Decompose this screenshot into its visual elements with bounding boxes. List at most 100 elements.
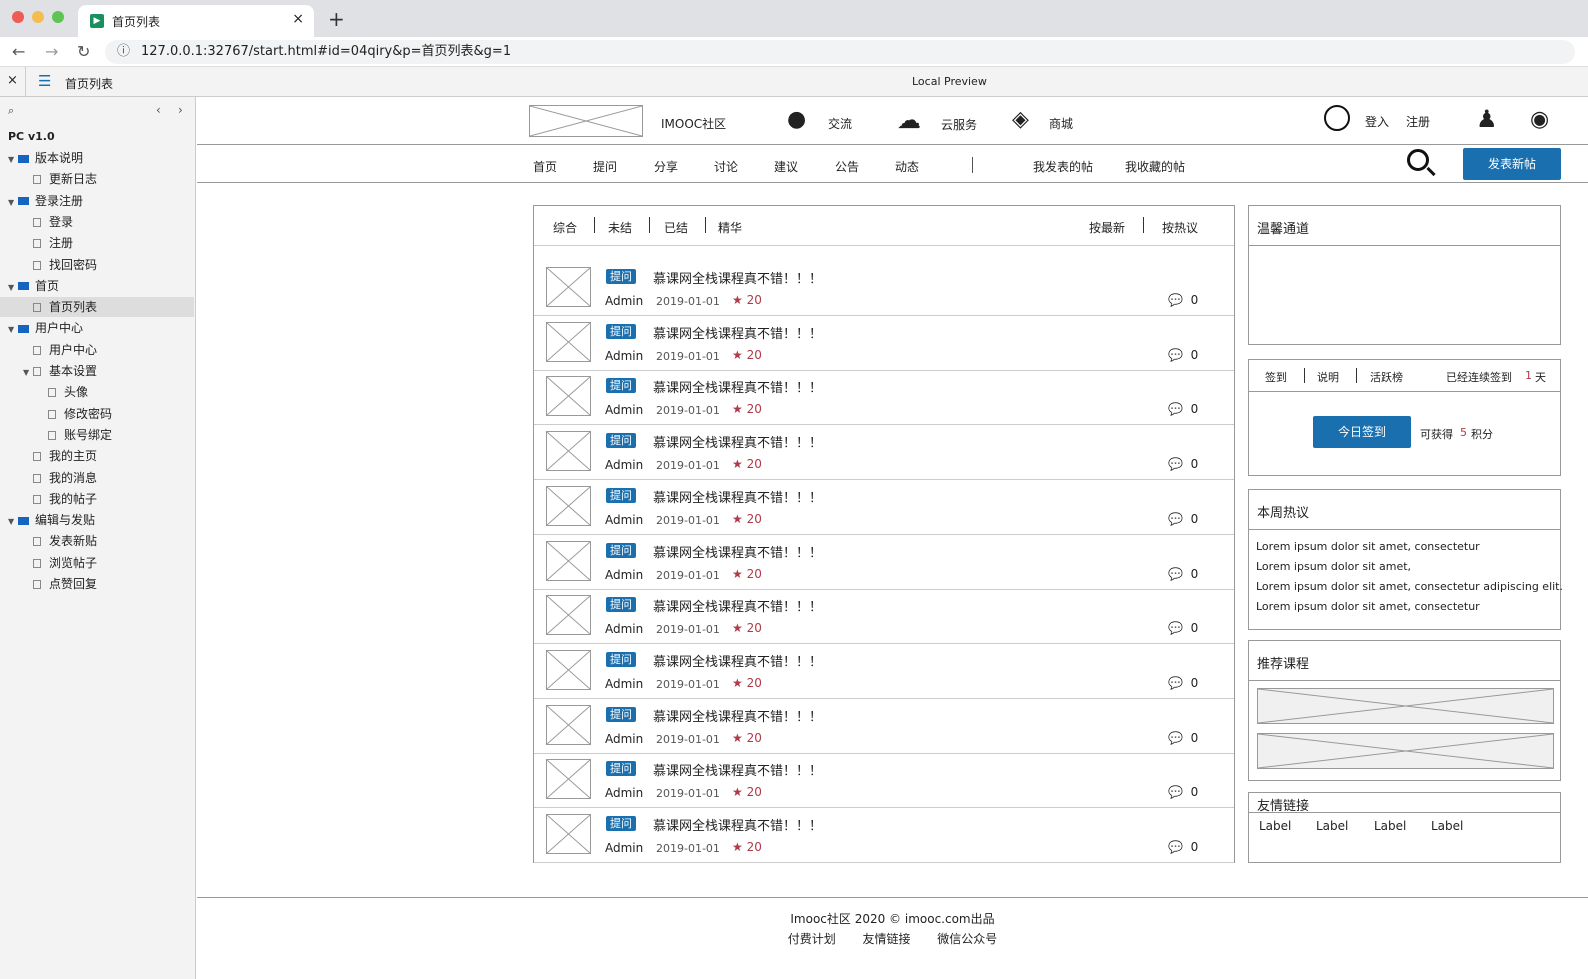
nav-item[interactable]: 分享 xyxy=(654,158,678,175)
friend-link[interactable]: Label xyxy=(1259,819,1291,833)
forward-icon[interactable]: → xyxy=(45,42,58,61)
post-author[interactable]: Admin xyxy=(605,568,643,582)
post-title[interactable]: 慕课网全栈课程真不错！！！ xyxy=(653,706,822,725)
post-title[interactable]: 慕课网全栈课程真不错！！！ xyxy=(653,596,822,615)
hot-item-link[interactable]: Lorem ipsum dolor sit amet, consectetur xyxy=(1256,540,1480,553)
sort-hot[interactable]: 按热议 xyxy=(1162,219,1198,236)
post-row[interactable]: 提问 慕课网全栈课程真不错！！！ Admin 2019-01-01 ★ 20 💬 0 xyxy=(534,753,1234,809)
post-title[interactable]: 慕课网全栈课程真不错！！！ xyxy=(653,323,822,342)
tab-signin[interactable]: 签到 xyxy=(1265,369,1287,385)
nav-item[interactable]: 提问 xyxy=(593,158,617,175)
post-title[interactable]: 慕课网全栈课程真不错！！！ xyxy=(653,377,822,396)
post-author[interactable]: Admin xyxy=(605,841,643,855)
logo-placeholder[interactable] xyxy=(529,105,643,137)
tree-item[interactable]: 账号绑定 xyxy=(0,425,194,445)
caret-down-icon[interactable]: ▼ xyxy=(8,150,18,170)
filter-tab[interactable]: 已结 xyxy=(664,219,688,236)
caret-down-icon[interactable]: ▼ xyxy=(8,193,18,213)
sort-latest[interactable]: 按最新 xyxy=(1089,219,1125,236)
hot-item-link[interactable]: Lorem ipsum dolor sit amet, xyxy=(1256,560,1411,573)
tree-item[interactable]: 找回密码 xyxy=(0,255,194,275)
post-author[interactable]: Admin xyxy=(605,622,643,636)
avatar-placeholder[interactable] xyxy=(546,321,591,362)
avatar-placeholder[interactable] xyxy=(546,431,591,472)
course-banner-placeholder[interactable] xyxy=(1257,733,1554,769)
tree-item[interactable]: ▼ 编辑与发贴 xyxy=(0,510,194,530)
post-row[interactable]: 提问 慕课网全栈课程真不错！！！ Admin 2019-01-01 ★ 20 💬 0 xyxy=(534,425,1234,481)
post-title[interactable]: 慕课网全栈课程真不错！！！ xyxy=(653,815,822,834)
filter-tab[interactable]: 未结 xyxy=(608,219,632,236)
post-author[interactable]: Admin xyxy=(605,294,643,308)
post-row[interactable]: 提问 慕课网全栈课程真不错！！！ Admin 2019-01-01 ★ 20 💬 0 xyxy=(534,535,1234,590)
register-link[interactable]: 注册 xyxy=(1406,113,1430,130)
course-banner-placeholder[interactable] xyxy=(1257,688,1554,724)
maximize-window-button[interactable] xyxy=(52,11,64,23)
post-author[interactable]: Admin xyxy=(605,677,643,691)
tree-item[interactable]: 首页列表 xyxy=(0,297,194,318)
tree-item[interactable]: 头像 xyxy=(0,382,194,402)
avatar-placeholder[interactable] xyxy=(546,704,591,745)
menu-icon[interactable]: ☰ xyxy=(38,72,51,90)
post-title[interactable]: 慕课网全栈课程真不错！！！ xyxy=(653,487,822,506)
tree-item[interactable]: ▼ 用户中心 xyxy=(0,318,194,338)
new-tab-button[interactable]: + xyxy=(328,7,345,31)
avatar-placeholder[interactable] xyxy=(546,814,591,854)
tree-item[interactable]: 我的帖子 xyxy=(0,489,194,509)
avatar-placeholder[interactable] xyxy=(546,485,591,526)
avatar-placeholder[interactable] xyxy=(546,759,591,800)
avatar-placeholder[interactable] xyxy=(546,649,591,690)
search-icon[interactable] xyxy=(1407,149,1429,171)
chevron-right-icon[interactable]: › xyxy=(178,103,183,117)
tree-item[interactable]: 注册 xyxy=(0,233,194,253)
tree-item[interactable]: 更新日志 xyxy=(0,169,194,189)
post-author[interactable]: Admin xyxy=(605,403,643,417)
reload-icon[interactable]: ↻ xyxy=(77,42,90,61)
tree-item[interactable]: 我的消息 xyxy=(0,468,194,488)
user-icon[interactable] xyxy=(1324,105,1350,131)
close-icon[interactable]: × xyxy=(7,73,18,88)
my-posts-link[interactable]: 我发表的帖 xyxy=(1033,158,1093,175)
avatar-placeholder[interactable] xyxy=(546,595,591,636)
tab-active-rank[interactable]: 活跃榜 xyxy=(1370,369,1403,385)
tree-item[interactable]: 浏览帖子 xyxy=(0,553,194,573)
caret-down-icon[interactable]: ▼ xyxy=(23,363,33,383)
post-author[interactable]: Admin xyxy=(605,513,643,527)
caret-down-icon[interactable]: ▼ xyxy=(8,320,18,340)
post-author[interactable]: Admin xyxy=(605,732,643,746)
signin-today-button[interactable]: 今日签到 xyxy=(1313,416,1411,448)
search-icon[interactable]: ⌕ xyxy=(8,104,14,118)
my-favorites-link[interactable]: 我收藏的帖 xyxy=(1125,158,1185,175)
tree-item[interactable]: ▼ 版本说明 xyxy=(0,148,194,168)
avatar-placeholder[interactable] xyxy=(546,376,591,417)
tree-item[interactable]: 点赞回复 xyxy=(0,574,194,594)
brand-name[interactable]: IMOOC社区 xyxy=(661,115,726,132)
filter-tab[interactable]: 精华 xyxy=(718,219,742,236)
new-post-button[interactable]: 发表新帖 xyxy=(1463,148,1561,180)
tree-item[interactable]: ▼ 基本设置 xyxy=(0,361,194,381)
tree-item[interactable]: 我的主页 xyxy=(0,446,194,466)
tree-item[interactable]: ▼ 首页 xyxy=(0,276,194,296)
post-title[interactable]: 慕课网全栈课程真不错！！！ xyxy=(653,651,822,670)
post-row[interactable]: 提问 慕课网全栈课程真不错！！！ Admin 2019-01-01 ★ 20 💬 0 xyxy=(534,699,1234,754)
login-link[interactable]: 登入 xyxy=(1365,113,1389,130)
friend-link[interactable]: Label xyxy=(1431,819,1463,833)
tree-item[interactable]: 登录 xyxy=(0,212,194,232)
back-icon[interactable]: ← xyxy=(12,42,25,61)
footer-link-wechat[interactable]: 微信公众号 xyxy=(937,932,997,946)
nav-link-chat[interactable]: 交流 xyxy=(828,115,852,132)
friend-link[interactable]: Label xyxy=(1374,819,1406,833)
minimize-window-button[interactable] xyxy=(32,11,44,23)
tab-explain[interactable]: 说明 xyxy=(1317,369,1339,385)
tree-item[interactable]: 发表新贴 xyxy=(0,531,194,551)
tree-item[interactable]: 修改密码 xyxy=(0,404,194,424)
post-row[interactable]: 提问 慕课网全栈课程真不错！！！ Admin 2019-01-01 ★ 20 💬 0 xyxy=(534,261,1234,316)
browser-tab[interactable]: ▶ 首页列表 × xyxy=(78,5,314,37)
post-row[interactable]: 提问 慕课网全栈课程真不错！！！ Admin 2019-01-01 ★ 20 💬 0 xyxy=(534,644,1234,699)
avatar-placeholder[interactable] xyxy=(546,267,591,307)
avatar-placeholder[interactable] xyxy=(546,540,591,581)
post-row[interactable]: 提问 慕课网全栈课程真不错！！！ Admin 2019-01-01 ★ 20 💬 0 xyxy=(534,808,1234,863)
friend-link[interactable]: Label xyxy=(1316,819,1348,833)
post-title[interactable]: 慕课网全栈课程真不错！！！ xyxy=(653,760,822,779)
footer-link-pricing[interactable]: 付费计划 xyxy=(788,932,836,946)
post-row[interactable]: 提问 慕课网全栈课程真不错！！！ Admin 2019-01-01 ★ 20 💬 0 xyxy=(534,480,1234,535)
